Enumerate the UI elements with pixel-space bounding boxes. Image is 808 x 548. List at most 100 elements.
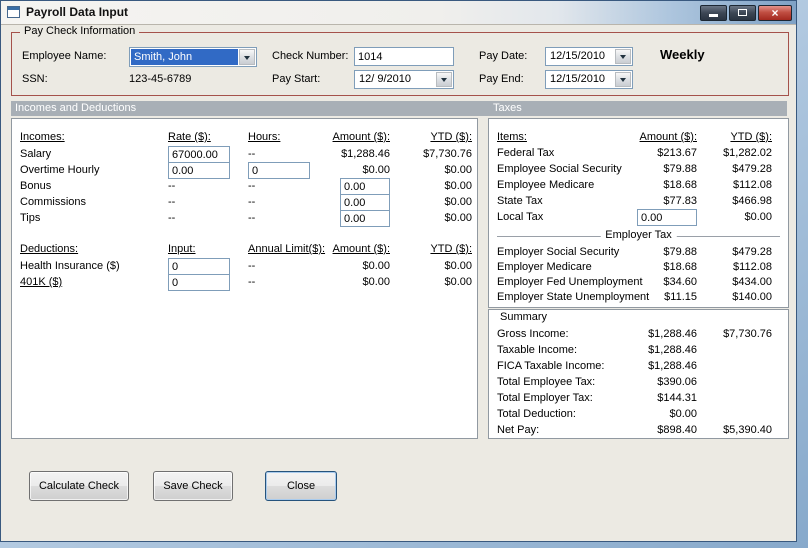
taxes-panel: Items: Amount ($): YTD ($): Federal Tax … (488, 118, 789, 308)
tips-amount-input[interactable] (340, 210, 390, 227)
summary-row-employee-tax: Total Employee Tax: $390.06 (497, 376, 782, 390)
pay-start-value: 12/ 9/2010 (359, 73, 411, 85)
tax-amount: $79.88 (663, 246, 697, 258)
summary-row-gross: Gross Income: $1,288.46 $7,730.76 (497, 328, 782, 342)
calculate-check-button[interactable]: Calculate Check (29, 471, 129, 501)
tax-amount: $18.68 (663, 261, 697, 273)
tax-row-employer-medicare: Employer Medicare $18.68 $112.08 (497, 261, 782, 275)
tax-ytd: $0.00 (744, 211, 772, 223)
chevron-down-icon (620, 55, 626, 62)
taxes-section-header: Taxes (493, 102, 522, 114)
tax-row-employee-ss: Employee Social Security $79.88 $479.28 (497, 163, 782, 177)
tax-amount: $79.88 (663, 163, 697, 175)
summary-panel: Summary Gross Income: $1,288.46 $7,730.7… (488, 309, 789, 439)
minimize-icon (709, 14, 718, 17)
taxes-header-row: Items: Amount ($): YTD ($): (497, 131, 782, 145)
tax-amount: $77.83 (663, 195, 697, 207)
paycheck-info-groupbox: Pay Check Information Employee Name: Smi… (11, 25, 789, 96)
income-ytd: $0.00 (444, 180, 472, 192)
employee-name-label: Employee Name: (22, 50, 107, 62)
tax-ytd: $466.98 (732, 195, 772, 207)
income-label: Bonus (20, 180, 52, 192)
incomes-deductions-panel: Incomes: Rate ($): Hours: Amount ($): YT… (11, 118, 478, 439)
ytd-header: YTD ($): (430, 243, 472, 255)
pay-end-value: 12/15/2010 (550, 73, 606, 85)
401k-input[interactable] (168, 274, 230, 291)
tax-ytd: $140.00 (732, 291, 772, 303)
income-ytd: $0.00 (444, 212, 472, 224)
pay-start-dropdown-button[interactable] (436, 72, 452, 87)
tax-amount: $11.15 (664, 291, 697, 303)
rate-header: Rate ($): (168, 131, 211, 143)
section-header-strip: Incomes and Deductions Taxes (11, 101, 787, 116)
close-icon: × (771, 6, 779, 20)
summary-row-net-pay: Net Pay: $898.40 $5,390.40 (497, 424, 782, 438)
save-check-button[interactable]: Save Check (153, 471, 233, 501)
summary-amount: $390.06 (657, 376, 697, 388)
income-rate: -- (168, 196, 176, 208)
income-label: Commissions (20, 196, 87, 208)
income-row-bonus: Bonus -- -- $0.00 (20, 178, 472, 195)
employee-name-dropdown-button[interactable] (239, 49, 255, 65)
bonus-amount-input[interactable] (340, 178, 390, 195)
maximize-button[interactable] (729, 5, 756, 21)
overtime-hours-input[interactable] (248, 162, 310, 179)
summary-amount: $1,288.46 (648, 360, 697, 372)
close-button[interactable]: Close (265, 471, 337, 501)
salary-rate-input[interactable] (168, 146, 230, 163)
tax-ytd: $479.28 (732, 163, 772, 175)
pay-start-label: Pay Start: (272, 73, 321, 85)
employee-name-combobox[interactable]: Smith, John (129, 47, 257, 67)
maximize-icon (738, 9, 747, 16)
summary-row-fica: FICA Taxable Income: $1,288.46 (497, 360, 782, 374)
ssn-value: 123-45-6789 (129, 73, 192, 85)
annual-limit-header: Annual Limit($): (248, 243, 326, 255)
chevron-down-icon (244, 55, 250, 63)
income-rate: -- (168, 212, 176, 224)
summary-row-deduction: Total Deduction: $0.00 (497, 408, 782, 422)
tax-row-federal: Federal Tax $213.67 $1,282.02 (497, 147, 782, 161)
income-ytd: $0.00 (444, 196, 472, 208)
income-row-overtime: Overtime Hourly $0.00 $0.00 (20, 162, 472, 179)
tax-ytd: $112.08 (733, 179, 772, 191)
income-hours: -- (248, 212, 256, 224)
local-tax-input[interactable] (637, 209, 697, 226)
pay-date-label: Pay Date: (479, 50, 528, 62)
deduction-label: Health Insurance ($) (20, 260, 120, 272)
amount-header: Amount ($): (639, 131, 697, 143)
summary-row-taxable: Taxable Income: $1,288.46 (497, 344, 782, 358)
pay-frequency-label: Weekly (660, 47, 705, 62)
summary-row-employer-tax: Total Employer Tax: $144.31 (497, 392, 782, 406)
deductions-header-row: Deductions: Input: Annual Limit($): Amou… (20, 243, 472, 257)
overtime-rate-input[interactable] (168, 162, 230, 179)
income-ytd: $0.00 (444, 164, 472, 176)
income-rate: -- (168, 180, 176, 192)
income-label: Salary (20, 148, 52, 160)
ytd-header: YTD ($): (730, 131, 772, 143)
health-insurance-input[interactable] (168, 258, 230, 275)
income-hours: -- (248, 148, 256, 160)
summary-amount: $144.31 (657, 392, 697, 404)
pay-end-datepicker[interactable]: 12/15/2010 (545, 70, 633, 89)
amount-header: Amount ($): (332, 131, 390, 143)
ytd-header: YTD ($): (430, 131, 472, 143)
deduction-amount: $0.00 (362, 276, 390, 288)
hours-header: Hours: (248, 131, 281, 143)
deduction-401k-link[interactable]: 401K ($) (20, 276, 165, 289)
pay-date-dropdown-button[interactable] (615, 49, 631, 64)
deductions-header: Deductions: (20, 243, 79, 255)
pay-end-dropdown-button[interactable] (615, 72, 631, 87)
tax-row-employee-medicare: Employee Medicare $18.68 $112.08 (497, 179, 782, 193)
pay-start-datepicker[interactable]: 12/ 9/2010 (354, 70, 454, 89)
ssn-label: SSN: (22, 73, 48, 85)
tax-amount: $213.67 (657, 147, 697, 159)
title-bar[interactable]: Payroll Data Input × (1, 1, 796, 25)
minimize-button[interactable] (700, 5, 727, 21)
paycheck-info-legend: Pay Check Information (20, 25, 140, 37)
income-hours: -- (248, 196, 256, 208)
check-number-input[interactable] (354, 47, 454, 66)
pay-date-datepicker[interactable]: 12/15/2010 (545, 47, 633, 66)
income-amount: $1,288.46 (341, 148, 390, 160)
commissions-amount-input[interactable] (340, 194, 390, 211)
close-window-button[interactable]: × (758, 5, 792, 21)
